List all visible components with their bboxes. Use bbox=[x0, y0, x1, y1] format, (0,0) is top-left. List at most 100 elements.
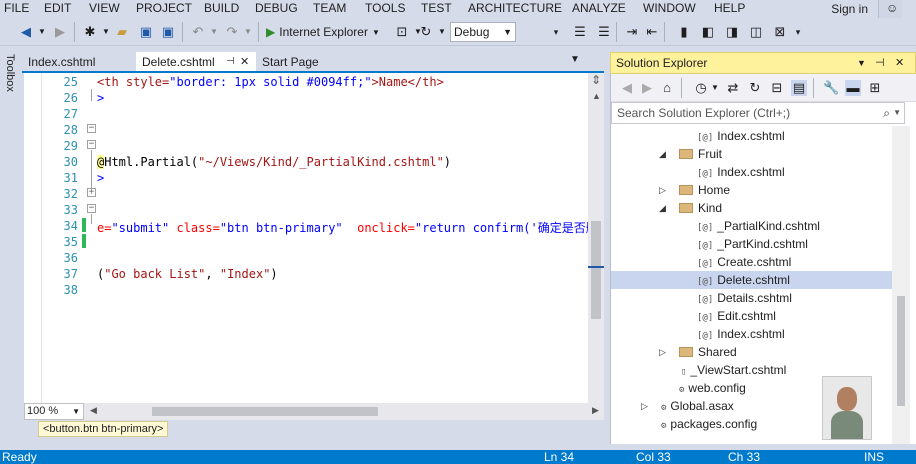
menu-architecture[interactable]: ARCHITECTURE bbox=[468, 0, 562, 16]
scrollbar-thumb[interactable] bbox=[591, 221, 601, 319]
start-debugging-button[interactable]: ▶ Internet Explorer ▼ bbox=[266, 22, 380, 42]
chevron-down-icon[interactable]: ▼ bbox=[240, 24, 256, 40]
clear-bookmarks-icon[interactable]: ⊠ bbox=[772, 24, 788, 40]
sign-in-link[interactable]: Sign in bbox=[831, 2, 868, 16]
open-folder-icon[interactable]: ▰ bbox=[114, 24, 130, 40]
tab-index-cshtml[interactable]: Index.cshtml bbox=[22, 52, 134, 72]
outline-collapse-icon[interactable]: − bbox=[87, 140, 96, 149]
chevron-down-icon[interactable]: ▼ bbox=[98, 24, 114, 40]
tree-item-folder[interactable]: ▷ Home bbox=[611, 181, 892, 199]
expanded-icon[interactable]: ◢ bbox=[659, 199, 666, 217]
back-icon[interactable]: ◀ bbox=[18, 24, 34, 40]
account-avatar[interactable]: ☺ bbox=[878, 0, 902, 18]
menu-project[interactable]: PROJECT bbox=[136, 0, 192, 16]
undo-icon[interactable]: ↶ bbox=[190, 24, 206, 40]
tab-dropdown-icon[interactable]: ▼ bbox=[570, 54, 580, 65]
next-bookmark-icon[interactable]: ◨ bbox=[724, 24, 740, 40]
uncomment-icon[interactable]: ☰ bbox=[596, 24, 612, 40]
collapsed-icon[interactable]: ▷ bbox=[659, 181, 666, 199]
view-class-diagram-icon[interactable]: ⊞ bbox=[867, 80, 883, 96]
refresh-icon[interactable]: ↻ bbox=[747, 80, 763, 96]
horizontal-scrollbar-thumb[interactable] bbox=[152, 407, 378, 416]
prev-bookmark-icon[interactable]: ◧ bbox=[700, 24, 716, 40]
outline-collapse-icon[interactable]: − bbox=[87, 188, 96, 197]
sync-icon[interactable]: ⇄ bbox=[725, 80, 741, 96]
code-editor[interactable] bbox=[24, 73, 604, 403]
home-icon[interactable]: ⌂ bbox=[659, 80, 675, 96]
search-icon[interactable]: ⌕ bbox=[883, 103, 890, 123]
chevron-down-icon[interactable]: ▼ bbox=[707, 80, 723, 96]
tree-item-file[interactable]: [@] Create.cshtml bbox=[611, 253, 892, 271]
menu-file[interactable]: FILE bbox=[4, 0, 29, 16]
back-icon[interactable]: ◀ bbox=[619, 80, 635, 96]
outline-collapse-icon[interactable]: − bbox=[87, 124, 96, 133]
split-window-icon[interactable]: ⇕ bbox=[588, 73, 604, 89]
save-icon[interactable]: ▣ bbox=[138, 24, 154, 40]
collapse-all-icon[interactable]: ⊟ bbox=[769, 80, 785, 96]
bookmark-icon[interactable]: ▮ bbox=[676, 24, 692, 40]
chevron-down-icon[interactable]: ▼ bbox=[893, 103, 901, 123]
toolbar-overflow-icon[interactable]: ▾ bbox=[548, 24, 564, 40]
collapsed-icon[interactable]: ▷ bbox=[659, 343, 666, 361]
chevron-down-icon[interactable]: ▼ bbox=[434, 24, 450, 40]
menu-team[interactable]: TEAM bbox=[313, 0, 346, 16]
menu-view[interactable]: VIEW bbox=[89, 0, 120, 16]
toolbox-tab[interactable]: Toolbox bbox=[4, 54, 16, 92]
tree-item-folder[interactable]: ◢ Fruit bbox=[611, 145, 892, 163]
menu-tools[interactable]: TOOLS bbox=[365, 0, 405, 16]
preview-icon[interactable]: ▬ bbox=[845, 80, 861, 96]
pin-icon[interactable]: ⊣ bbox=[875, 53, 885, 73]
new-project-icon[interactable]: ✱ bbox=[82, 24, 98, 40]
outdent-icon[interactable]: ⇤ bbox=[644, 24, 660, 40]
browser-link-icon[interactable]: ⊡ bbox=[394, 24, 410, 40]
menu-analyze[interactable]: ANALYZE bbox=[572, 0, 626, 16]
menu-debug[interactable]: DEBUG bbox=[255, 0, 298, 16]
menu-window[interactable]: WINDOW bbox=[643, 0, 696, 16]
tree-item-file[interactable]: [@] Details.cshtml bbox=[611, 289, 892, 307]
menu-test[interactable]: TEST bbox=[421, 0, 452, 16]
refresh-icon[interactable]: ↻ bbox=[418, 24, 434, 40]
expanded-icon[interactable]: ◢ bbox=[659, 145, 666, 163]
tab-delete-cshtml[interactable]: Delete.cshtml ⊣ ✕ bbox=[136, 52, 256, 72]
solution-configuration-select[interactable]: Debug ▼ bbox=[450, 22, 516, 42]
editor-vertical-scrollbar[interactable]: ⇕ ▲ bbox=[588, 73, 604, 403]
tree-item-file[interactable]: [@] _PartialKind.cshtml bbox=[611, 217, 892, 235]
tree-item-file[interactable]: [@] _PartKind.cshtml bbox=[611, 235, 892, 253]
toolbar-overflow-icon[interactable]: ▾ bbox=[790, 24, 806, 40]
forward-icon[interactable]: ▶ bbox=[639, 80, 655, 96]
solution-explorer-scrollbar[interactable] bbox=[892, 126, 910, 444]
close-icon[interactable]: ✕ bbox=[240, 52, 249, 72]
scrollbar-thumb[interactable] bbox=[897, 296, 905, 406]
scroll-right-icon[interactable]: ▶ bbox=[592, 405, 599, 416]
comment-icon[interactable]: ☰ bbox=[572, 24, 588, 40]
outline-collapse-icon[interactable]: − bbox=[87, 204, 96, 213]
tree-item-file-selected[interactable]: [@] Delete.cshtml bbox=[611, 271, 892, 289]
chevron-down-icon[interactable]: ▼ bbox=[34, 24, 50, 40]
menu-edit[interactable]: EDIT bbox=[44, 0, 71, 16]
zoom-select[interactable]: 100 % ▼ bbox=[24, 403, 84, 420]
redo-icon[interactable]: ↷ bbox=[224, 24, 240, 40]
forward-icon[interactable]: ▶ bbox=[52, 24, 68, 40]
solution-explorer-search[interactable]: Search Solution Explorer (Ctrl+;) ⌕ ▼ bbox=[611, 102, 905, 124]
menu-help[interactable]: HELP bbox=[714, 0, 745, 16]
show-all-files-icon[interactable]: ▤ bbox=[791, 80, 807, 96]
pin-icon[interactable]: ⊣ bbox=[226, 52, 235, 72]
next-bookmark-folder-icon[interactable]: ◫ bbox=[748, 24, 764, 40]
breadcrumb-element[interactable]: <button.btn btn-primary> bbox=[38, 421, 169, 437]
properties-icon[interactable]: 🔧 bbox=[823, 80, 839, 96]
collapsed-icon[interactable]: ▷ bbox=[641, 397, 648, 415]
chevron-down-icon[interactable]: ▼ bbox=[372, 28, 380, 37]
scroll-left-icon[interactable]: ◀ bbox=[90, 405, 97, 416]
tree-item-file[interactable]: [@] Index.cshtml bbox=[611, 163, 892, 181]
chevron-down-icon[interactable]: ▼ bbox=[206, 24, 222, 40]
tree-item-folder[interactable]: ▷ Shared bbox=[611, 343, 892, 361]
tree-item-file[interactable]: [@] Index.cshtml bbox=[611, 127, 892, 145]
menu-build[interactable]: BUILD bbox=[204, 0, 239, 16]
close-icon[interactable]: ✕ bbox=[895, 53, 904, 73]
tree-item-folder[interactable]: ◢ Kind bbox=[611, 199, 892, 217]
save-all-icon[interactable]: ▣ bbox=[160, 24, 176, 40]
tree-item-file[interactable]: [@] Edit.cshtml bbox=[611, 307, 892, 325]
tab-start-page[interactable]: Start Page bbox=[256, 52, 346, 72]
panel-options-icon[interactable]: ▼ bbox=[857, 53, 866, 73]
scroll-up-icon[interactable]: ▲ bbox=[592, 91, 601, 101]
